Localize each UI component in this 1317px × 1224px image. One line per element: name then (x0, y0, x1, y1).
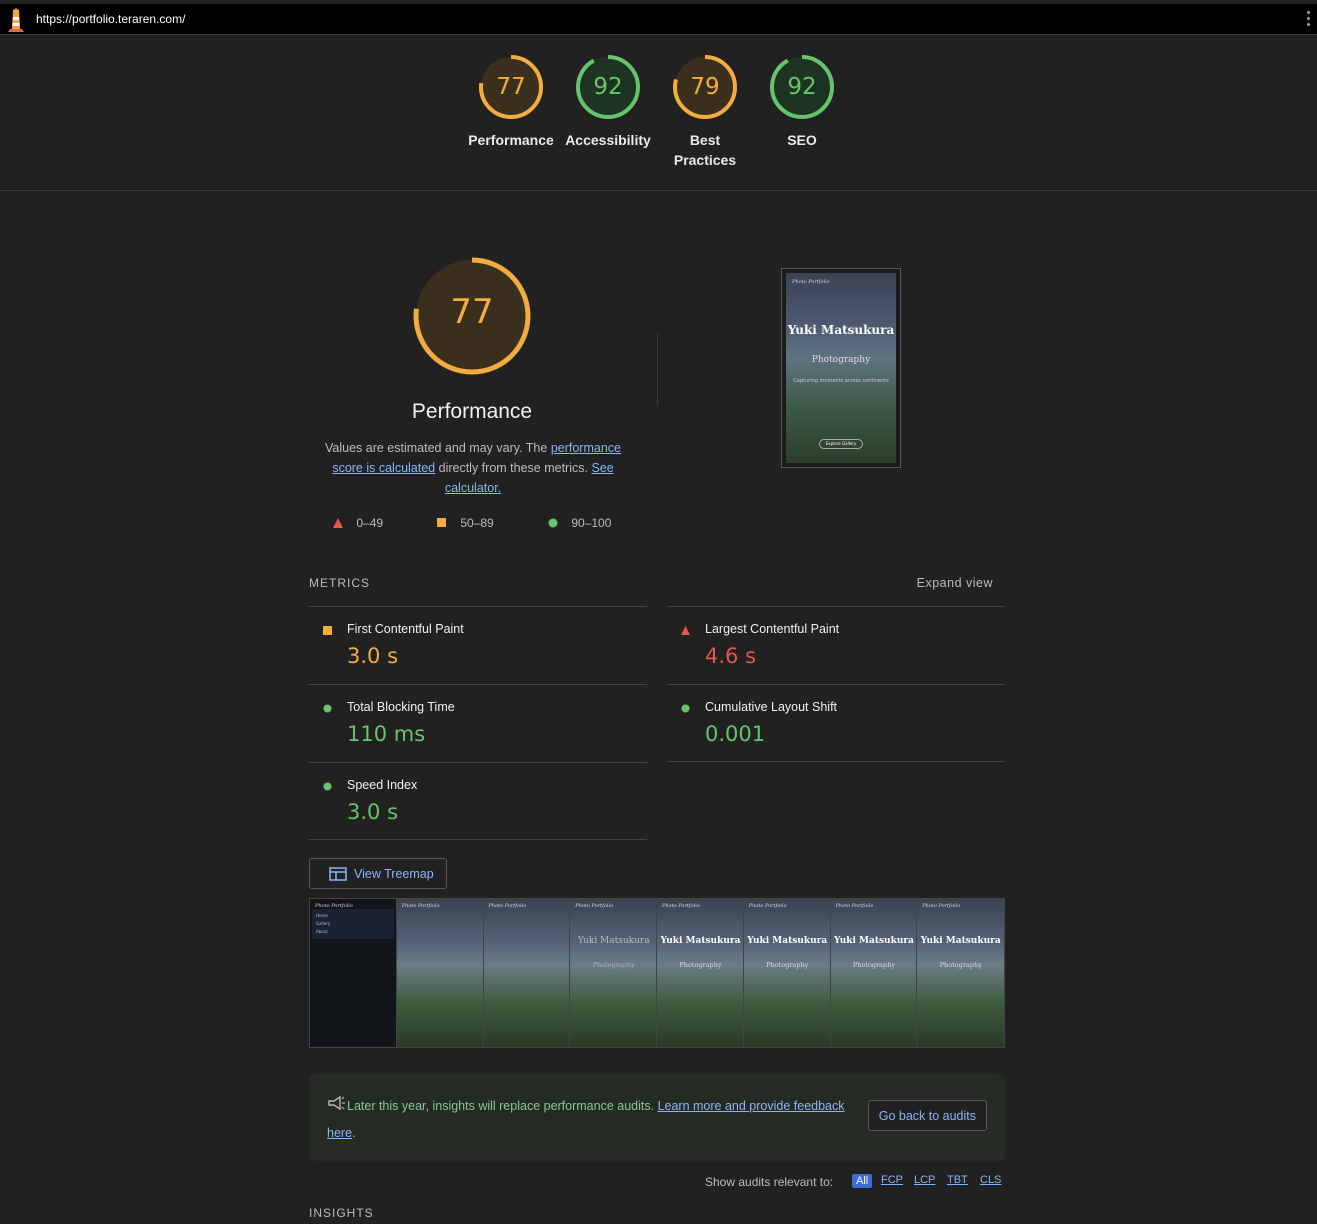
filmstrip-frame: Photo Portfolio Yuki Matsukura Photograp… (830, 899, 918, 1047)
score-summary: 77 Performance 92 Accessibility 79 Best … (0, 36, 1317, 191)
filmstrip-frame: Photo Portfolio (483, 899, 571, 1047)
view-treemap-button[interactable]: View Treemap (309, 858, 447, 889)
divider (667, 761, 1005, 762)
filmstrip-frame: Photo Portfolio (396, 899, 484, 1047)
expand-view-toggle[interactable]: Expand view (917, 576, 993, 590)
circle-icon (681, 704, 690, 713)
circle-icon (323, 782, 332, 791)
url-bar: https://portfolio.teraren.com/ (0, 4, 1317, 35)
square-icon (437, 518, 446, 527)
more-options-icon[interactable] (1305, 11, 1311, 29)
filter-chip-all[interactable]: All (852, 1174, 873, 1188)
go-back-to-audits-button[interactable]: Go back to audits (867, 1100, 987, 1131)
circle-icon (323, 704, 332, 713)
metric-fcp: First Contentful Paint 3.0 s (309, 606, 647, 684)
gauge-best-practices[interactable]: 79 Best Practices (655, 54, 755, 170)
filmstrip-frame: Photo Portfolio Yuki Matsukura Photograp… (743, 899, 831, 1047)
legend-average: 50–89 (437, 516, 494, 530)
filter-chip-fcp[interactable]: FCP (881, 1174, 903, 1186)
metric-tbt: Total Blocking Time 110 ms (309, 684, 647, 762)
triangle-icon (333, 518, 343, 528)
filmstrip-frame: Photo Portfolio Yuki Matsukura Photograp… (570, 899, 657, 1047)
metric-cls: Cumulative Layout Shift 0.001 (667, 684, 1005, 762)
performance-title: Performance (411, 400, 533, 423)
insights-heading: INSIGHTS (309, 1206, 374, 1220)
gauge-accessibility[interactable]: 92 Accessibility (558, 54, 658, 150)
circle-icon (548, 518, 558, 528)
filter-chip-tbt[interactable]: TBT (947, 1174, 968, 1186)
treemap-icon (329, 867, 347, 881)
legend-fail: 0–49 (333, 516, 383, 530)
filter-chip-cls[interactable]: CLS (980, 1174, 1001, 1186)
square-icon (323, 626, 332, 635)
nav-menu-preview: Home Gallery About (312, 909, 394, 939)
divider (657, 333, 658, 405)
metric-lcp: Largest Contentful Paint 4.6 s (667, 606, 1005, 684)
performance-gauge: 77 (412, 256, 532, 376)
filmstrip-frame: Photo Portfolio Yuki Matsukura Photograp… (657, 899, 744, 1047)
metrics-heading: METRICS (309, 576, 370, 590)
filmstrip: Photo Portfolio Home Gallery About Photo… (309, 898, 1005, 1048)
megaphone-icon (327, 1093, 347, 1120)
divider (309, 839, 647, 840)
filmstrip-frame: Photo Portfolio Home Gallery About (310, 899, 397, 1047)
insights-banner: Later this year, insights will replace p… (309, 1073, 1005, 1161)
filter-chip-lcp[interactable]: LCP (914, 1174, 935, 1186)
triangle-icon (681, 626, 690, 635)
filmstrip-frame: Photo Portfolio Yuki Matsukura Photograp… (917, 899, 1004, 1047)
final-screenshot[interactable]: Photo Portfolio Yuki Matsukura Photograp… (781, 268, 901, 468)
audit-filter-label: Show audits relevant to: (705, 1175, 834, 1189)
legend-pass: 90–100 (548, 516, 611, 530)
performance-score: 77 (450, 292, 494, 332)
performance-description: Values are estimated and may vary. The p… (325, 441, 621, 495)
page-url: https://portfolio.teraren.com/ (36, 12, 186, 26)
gauge-performance[interactable]: 77 Performance (461, 54, 561, 150)
gauge-seo[interactable]: 92 SEO (752, 54, 852, 150)
metric-speed-index: Speed Index 3.0 s (309, 762, 647, 840)
lighthouse-logo-icon (8, 8, 24, 32)
